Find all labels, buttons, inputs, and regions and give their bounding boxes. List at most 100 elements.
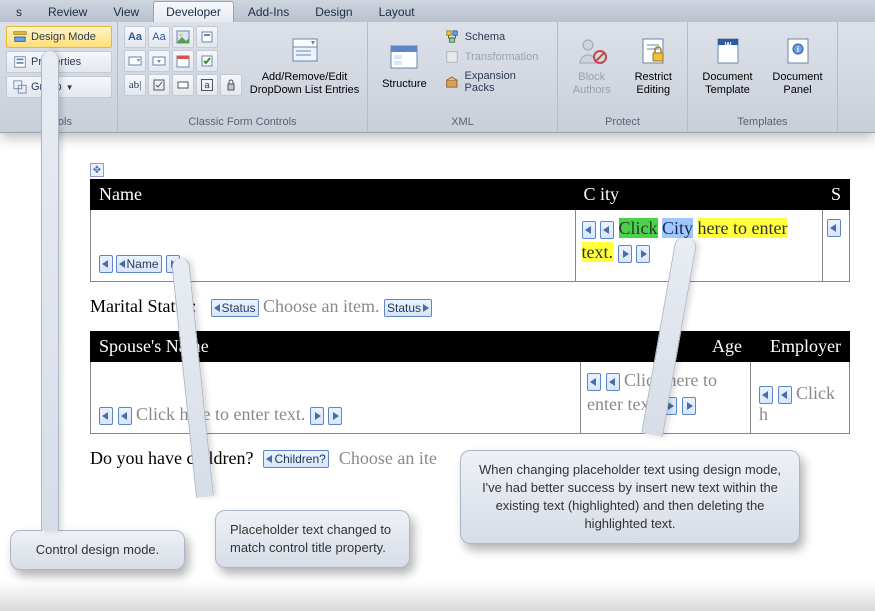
expansion-icon <box>445 75 459 89</box>
children-placeholder[interactable]: Choose an ite <box>339 448 437 469</box>
cc-title-tag[interactable]: Name <box>116 255 162 273</box>
tab-fragment[interactable]: s <box>4 2 34 22</box>
schema-label: Schema <box>465 31 505 43</box>
dropdown-control-icon[interactable] <box>148 50 170 72</box>
choose-item-placeholder[interactable]: Choose an item. <box>263 296 379 316</box>
text-word: text. <box>582 242 614 262</box>
cc-open-tag-2[interactable] <box>606 373 620 391</box>
cc-open-tag-2[interactable] <box>778 386 792 404</box>
add-remove-edit-dropdown-button[interactable]: Add/Remove/Edit DropDown List Entries <box>248 26 361 106</box>
svg-text:W: W <box>724 42 731 49</box>
cc-close-tag-2[interactable] <box>328 407 342 425</box>
status-tag-text: Status <box>222 301 256 315</box>
block-authors-button[interactable]: Block Authors <box>564 26 620 106</box>
cell-spouse[interactable]: Click here to enter text. <box>91 362 581 434</box>
callout-design-mode: Control design mode. <box>10 530 185 570</box>
group-templates-label: Templates <box>694 113 831 132</box>
table-move-handle[interactable]: ✥ <box>90 163 104 177</box>
doc-panel-icon: i <box>782 35 814 67</box>
cell-employer[interactable]: Click h <box>751 362 850 434</box>
cc-open-tag-2[interactable] <box>118 407 132 425</box>
cell-s[interactable] <box>822 210 849 282</box>
restrict-editing-icon <box>637 35 669 67</box>
inserted-click: Click <box>619 218 658 238</box>
transformation-button[interactable]: Transformation <box>441 48 551 66</box>
group-controls: Design Mode Properties Group ▼ ntrols <box>0 22 118 132</box>
group-protect-label: Protect <box>564 113 681 132</box>
cc-close-tag-2[interactable] <box>636 245 650 263</box>
datepicker-control-icon[interactable] <box>172 50 194 72</box>
group-classic-label: Classic Form Controls <box>124 113 361 132</box>
chevron-down-icon: ▼ <box>66 83 74 92</box>
ruler-pencil-icon <box>13 30 27 44</box>
form-table-1: Name C ity S Name Click City here to ent… <box>90 179 850 282</box>
properties-button[interactable]: Properties <box>6 51 112 73</box>
combobox-control-icon[interactable] <box>124 50 146 72</box>
cc-open-tag[interactable] <box>99 255 113 273</box>
legacy-checkbox-icon[interactable] <box>148 74 170 96</box>
svg-text:i: i <box>796 45 798 54</box>
cell-city[interactable]: Click City here to enter text. <box>575 210 822 282</box>
tab-review[interactable]: Review <box>36 2 99 22</box>
tab-developer[interactable]: Developer <box>153 1 234 22</box>
callout-text: Control design mode. <box>36 542 160 557</box>
structure-button[interactable]: Structure <box>374 26 435 106</box>
header-s: S <box>822 180 849 210</box>
doc-panel-label: Document Panel <box>772 71 822 97</box>
schema-button[interactable]: Schema <box>441 28 551 46</box>
legacy-frame-icon[interactable]: a <box>196 74 218 96</box>
cc-close-tag-2[interactable] <box>682 397 696 415</box>
status-tag-text: Status <box>387 301 421 315</box>
here-to-enter: here to enter <box>698 218 788 238</box>
cell-name[interactable]: Name <box>91 210 576 282</box>
tab-layout[interactable]: Layout <box>367 2 427 22</box>
document-surface: ✥ Name C ity S Name Click City here to e… <box>0 133 875 483</box>
marital-status-row: Marital Status: Status Choose an item. S… <box>90 282 875 331</box>
callout-text: Placeholder text changed to match contro… <box>230 522 391 555</box>
group-button[interactable]: Group ▼ <box>6 76 112 98</box>
page-shadow <box>0 581 875 611</box>
richtext-control-icon[interactable]: Aa <box>124 26 146 48</box>
design-mode-label: Design Mode <box>31 31 96 43</box>
cc-open-tag[interactable] <box>99 407 113 425</box>
block-authors-icon <box>576 35 608 67</box>
header-employer: Employer <box>751 332 850 362</box>
tab-design[interactable]: Design <box>303 2 364 22</box>
design-mode-button[interactable]: Design Mode <box>6 26 112 48</box>
group-xml-label: XML <box>374 113 551 132</box>
cc-open-tag[interactable] <box>582 221 596 239</box>
add-remove-edit-label: Add/Remove/Edit DropDown List Entries <box>250 71 359 97</box>
legacy-lock-icon[interactable] <box>220 74 242 96</box>
cc-open-tag[interactable] <box>827 219 841 237</box>
cc-open-tag[interactable] <box>587 373 601 391</box>
cc-close-tag[interactable] <box>618 245 632 263</box>
cc-children-open[interactable]: Children? <box>263 450 328 468</box>
cc-close-tag[interactable] <box>310 407 324 425</box>
plaintext-control-icon[interactable]: Aa <box>148 26 170 48</box>
structure-label: Structure <box>382 78 427 91</box>
structure-icon <box>388 42 420 74</box>
document-template-button[interactable]: W Document Template <box>696 26 760 106</box>
header-name: Name <box>91 180 576 210</box>
spouse-placeholder: Click here to enter text. <box>136 404 305 424</box>
cc-status-open[interactable]: Status <box>211 299 259 317</box>
cc-open-tag-2[interactable] <box>600 221 614 239</box>
expansion-label: Expansion Packs <box>464 70 547 94</box>
restrict-editing-label: Restrict Editing <box>635 71 672 97</box>
tab-view[interactable]: View <box>101 2 151 22</box>
expansion-packs-button[interactable]: Expansion Packs <box>441 68 551 96</box>
tab-addins[interactable]: Add-Ins <box>236 2 301 22</box>
restrict-editing-button[interactable]: Restrict Editing <box>626 26 682 106</box>
checkbox-control-icon[interactable] <box>196 50 218 72</box>
cc-status-close[interactable]: Status <box>384 299 432 317</box>
properties-icon <box>13 55 27 69</box>
legacy-dropdown-icon[interactable] <box>172 74 194 96</box>
selected-city: City <box>662 218 693 238</box>
transformation-label: Transformation <box>465 51 539 63</box>
buildingblock-control-icon[interactable] <box>196 26 218 48</box>
legacy-textfield-icon[interactable]: ab| <box>124 74 146 96</box>
callout-placeholder-changed: Placeholder text changed to match contro… <box>215 510 410 568</box>
cc-open-tag[interactable] <box>759 386 773 404</box>
document-panel-button[interactable]: i Document Panel <box>766 26 830 106</box>
picture-control-icon[interactable] <box>172 26 194 48</box>
